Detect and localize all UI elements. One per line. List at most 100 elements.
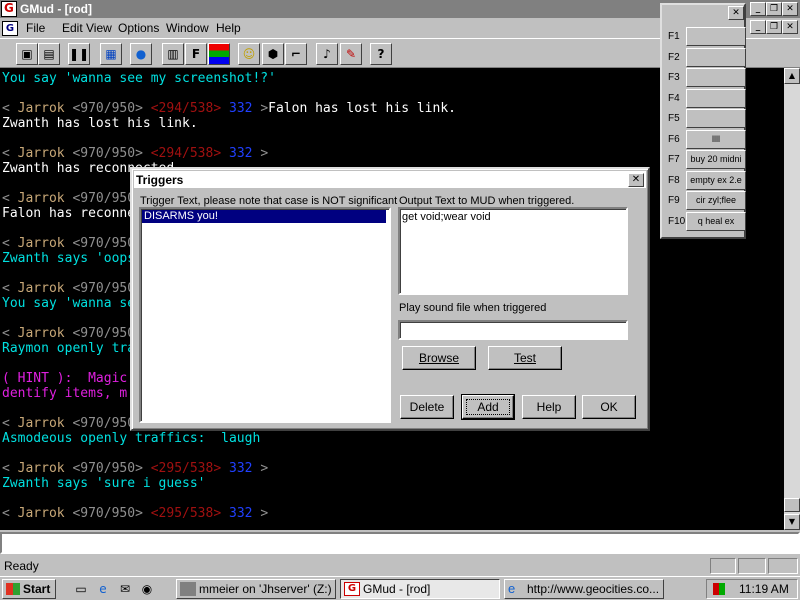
menu-help[interactable]: Help	[216, 21, 241, 35]
sound-file-field[interactable]	[398, 320, 628, 340]
dialog-close-icon[interactable]: ✕	[628, 173, 644, 187]
show-desktop-icon[interactable]: ▭	[72, 580, 90, 598]
terminal-text: Jarrok	[17, 101, 65, 116]
trigger-list-item-selected[interactable]: DISARMS you!	[142, 210, 386, 223]
channels-icon[interactable]: ◉	[138, 580, 156, 598]
command-input[interactable]	[0, 532, 800, 554]
ok-button[interactable]: OK	[582, 395, 636, 419]
status-pane	[710, 558, 736, 574]
restore-icon[interactable]: ❐	[766, 2, 782, 16]
status-pane	[738, 558, 766, 574]
terminal-text: Jarrok	[17, 326, 65, 341]
terminal-text: Jarrok	[17, 281, 65, 296]
trigger-list[interactable]: DISARMS you!	[139, 207, 391, 423]
test-button[interactable]: Test	[488, 346, 562, 370]
output-text-value: get void;wear void	[402, 211, 491, 223]
scroll-up-icon[interactable]: ▲	[784, 68, 800, 84]
terminal-text: >	[260, 506, 269, 521]
network-drive-icon	[180, 582, 196, 596]
terminal-line: You say 'wanna see'	[2, 296, 151, 311]
terminal-text: <294/538>	[150, 146, 222, 161]
delete-button[interactable]: Delete	[400, 395, 454, 419]
function-key-label: F1	[668, 31, 680, 42]
terminal-text: <294/538>	[150, 101, 222, 116]
colors-icon[interactable]	[208, 43, 230, 65]
help-button[interactable]: Help	[522, 395, 576, 419]
delete-label: Delete	[409, 400, 445, 414]
start-button[interactable]: Start	[2, 579, 56, 599]
ok-label: OK	[600, 400, 618, 414]
menu-options[interactable]: Options	[118, 21, 159, 35]
task-label: http://www.geocities.co...	[527, 582, 660, 596]
close-icon[interactable]: ✕	[728, 6, 744, 20]
scroll-down-icon[interactable]: ▼	[784, 514, 800, 530]
function-key-button[interactable]: buy 20 midni	[686, 150, 746, 169]
font-icon[interactable]: F	[185, 43, 207, 65]
triggers-dialog: Triggers ✕ Trigger Text, please note tha…	[130, 167, 650, 431]
sound-label: Play sound file when triggered	[399, 302, 547, 314]
notes-icon[interactable]: ▥	[162, 43, 184, 65]
function-key-button[interactable]	[686, 27, 746, 46]
terminal-line: < Jarrok <970/950> <295/538> 332 >	[2, 506, 268, 521]
gun-icon[interactable]: ⌐	[285, 43, 307, 65]
function-key-button[interactable]	[686, 68, 746, 87]
menu-window[interactable]: Window	[166, 21, 209, 35]
function-key-button[interactable]	[686, 88, 746, 108]
doc-restore-icon[interactable]: ❐	[766, 20, 782, 34]
function-key-button[interactable]	[686, 109, 746, 128]
function-key-row: F1	[666, 27, 746, 47]
function-key-button[interactable]: q heal ex	[686, 211, 746, 231]
function-key-button[interactable]	[686, 47, 746, 67]
close-icon[interactable]: ✕	[782, 2, 798, 16]
terminal-text: Falon has lost his link.	[268, 101, 456, 116]
clock: 11:19 AM	[739, 582, 789, 596]
connect-icon[interactable]: ▣	[16, 43, 38, 65]
terminal-text: 332	[221, 101, 261, 116]
add-button[interactable]: Add	[461, 394, 515, 420]
menu-edit[interactable]: Edit	[62, 21, 83, 35]
windows-logo-icon	[6, 583, 20, 595]
help-label: Help	[536, 400, 562, 414]
terminal-line: < Jarrok <970/950>	[2, 191, 151, 206]
doc-close-icon[interactable]: ✕	[782, 20, 798, 34]
terminal-scrollbar[interactable]: ▲ ▼	[784, 68, 800, 530]
tray-icon[interactable]	[713, 583, 725, 595]
document-system-menu-icon[interactable]: G	[2, 21, 18, 36]
pencil-icon[interactable]: ✎	[340, 43, 362, 65]
task-browser[interactable]: e http://www.geocities.co...	[504, 579, 664, 599]
terminal-text: ( HINT ): Magic	[2, 371, 128, 386]
function-key-button[interactable]: empty ex 2.e	[686, 170, 746, 190]
outlook-icon[interactable]: ✉	[116, 580, 134, 598]
smiley-icon[interactable]: ☺	[238, 43, 260, 65]
dialog-title-bar[interactable]: Triggers ✕	[134, 171, 646, 189]
pause-icon[interactable]: ❚❚	[68, 43, 90, 65]
function-key-button[interactable]: llll	[686, 129, 746, 149]
function-key-button[interactable]: cir zyl;flee	[686, 191, 746, 210]
menu-file[interactable]: File	[26, 21, 45, 35]
map-icon[interactable]: ▦	[100, 43, 122, 65]
help-icon[interactable]: ?	[370, 43, 392, 65]
dice-icon[interactable]: ⬢	[262, 43, 284, 65]
browse-button[interactable]: Browse	[402, 346, 476, 370]
disconnect-icon[interactable]: ▤	[38, 43, 60, 65]
terminal-text: dentify items, m	[2, 386, 128, 401]
menu-view[interactable]: View	[86, 21, 112, 35]
internet-explorer-icon[interactable]: e	[94, 580, 112, 598]
terminal-text: Zwanth says 'oops'	[2, 251, 143, 266]
minimize-icon[interactable]: _	[750, 2, 766, 16]
function-key-row: F5	[666, 109, 746, 129]
globe-icon[interactable]: ●	[130, 43, 152, 65]
terminal-text: <970/950>	[64, 506, 151, 521]
task-gmud[interactable]: G GMud - [rod]	[340, 579, 500, 599]
scroll-thumb[interactable]	[784, 498, 800, 512]
terminal-text: Jarrok	[17, 506, 65, 521]
doc-minimize-icon[interactable]: _	[750, 20, 766, 34]
sound-icon[interactable]: ♪	[316, 43, 338, 65]
function-keys-titlebar[interactable]: ✕	[662, 5, 744, 21]
output-text-field[interactable]: get void;wear void	[398, 207, 628, 295]
task-network-drive[interactable]: mmeier on 'Jhserver' (Z:)	[176, 579, 336, 599]
terminal-text: Jarrok	[17, 236, 65, 251]
terminal-line: ( HINT ): Magic	[2, 371, 127, 386]
function-keys-panel: ✕ F1 F2 F3 F4 F5 F6 llll F7 buy 20 midni F8 empty …	[660, 3, 746, 239]
function-key-row: F8 empty ex 2.e	[666, 170, 746, 191]
